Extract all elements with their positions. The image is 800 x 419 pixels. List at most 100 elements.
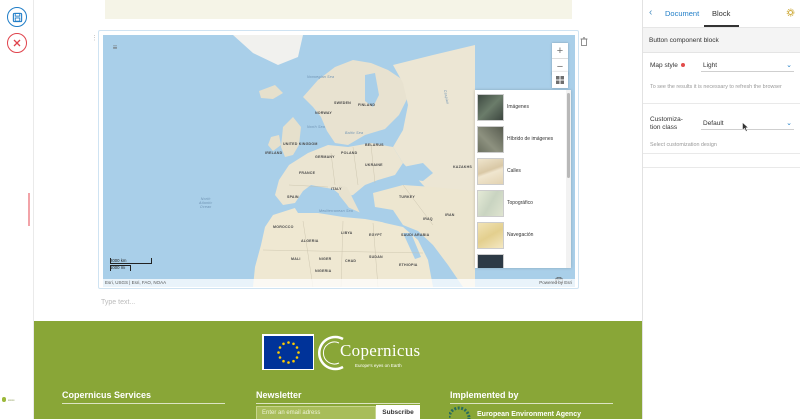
map-view[interactable]: Norwegian Sea SWEDEN FINLAND NORWAY Nort… [103,35,575,287]
map-label-libya: LIBYA [341,231,353,235]
map-label-ukraine: UKRAINE [365,163,383,167]
scale-km: 2000 km [110,258,127,263]
gallery-scrollbar-thumb[interactable] [567,93,570,178]
left-toolbar: ▪▪▪▪▪▪ [0,0,34,419]
block-type-title: Button component block [643,28,800,53]
zoom-in-button[interactable]: + [552,43,568,59]
map-label-algeria: ALGERIA [301,239,319,243]
customization-class-select[interactable]: Default ⌄ [701,117,794,130]
eea-logo[interactable]: European Environment Agency [449,406,581,419]
basemap-label: Imágenes [507,104,529,110]
previous-block[interactable] [105,0,572,19]
basemap-label: Híbrido de imágenes [507,136,554,142]
divider [643,103,800,104]
brand-logo: ▪▪▪▪▪▪ [2,397,14,402]
map-label-morocco: MOROCCO [273,225,294,229]
map-label-sudan: SUDAN [369,255,383,259]
divider [643,153,800,154]
required-indicator [680,63,685,68]
map-label-france: FRANCE [299,171,316,175]
settings-sidebar: ‹ Document Block Button component block … [642,0,800,419]
map-style-label-text: Map style [650,62,678,69]
grid-icon [556,76,564,84]
copernicus-wordmark: Copernicus [340,341,421,360]
map-label-poland: POLAND [341,151,358,155]
divider [643,167,800,168]
basemap-item-imagery-hybrid[interactable]: Híbrido de imágenes [477,125,565,153]
tab-block[interactable]: Block [712,9,730,18]
basemap-thumbnail [477,189,504,217]
basemap-thumbnail [477,157,504,185]
delete-block-button[interactable] [580,33,590,46]
map-style-value: Light [703,62,718,69]
map-label-north-sea: North Sea [307,125,325,129]
footer-heading-implemented: Implemented by [450,390,519,400]
save-icon [12,12,22,22]
map-label-mali: MALI [291,257,301,261]
basemap-item-topographic[interactable]: Topográfico [477,189,565,217]
zoom-controls: + − [552,43,568,75]
map-label-norwegian-sea: Norwegian Sea [307,75,335,79]
footer-heading-newsletter: Newsletter [256,390,302,400]
map-label-iraq: IRAQ [423,217,433,221]
customization-class-label: Customiza- tion class [650,116,683,131]
hamburger-menu-icon: ≡ [112,43,118,52]
map-label-chad: CHAD [345,259,357,263]
map-style-select[interactable]: Light ⌄ [701,59,794,72]
editor-area: ⋮⋮ Norwegian Sea SWEDEN FINLAND NORWAY N… [34,0,642,321]
site-footer: Copernicus Europe's eyes on Earth Copern… [34,321,642,419]
active-tab-indicator [704,25,739,27]
map-label-sweden: SWEDEN [334,101,351,105]
close-icon [13,39,21,47]
scale-mi: 1000 mi [110,265,126,270]
selection-marker [28,193,30,226]
copernicus-logo[interactable]: Copernicus Europe's eyes on Earth [317,333,442,373]
eu-flag-logo [262,334,314,370]
map-label-united-kingdom: UNITED KINGDOM [283,142,318,146]
eea-logo-graphic [449,406,471,419]
basemap-thumbnail [477,93,504,121]
save-button[interactable] [7,7,27,27]
basemap-item-dark[interactable] [477,253,565,268]
newsletter-email-input[interactable]: Enter an email adress [256,406,376,419]
map-label-nigeria: NIGERIA [315,269,332,273]
basemap-item-navigation[interactable]: Navegación [477,221,565,249]
footer-heading-services: Copernicus Services [62,390,152,400]
basemap-label: Topográfico [507,200,533,206]
map-label-baltic-sea: Baltic Sea [345,131,364,135]
scale-bar: 2000 km 1000 mi [110,258,152,272]
map-label-ireland: IRELAND [265,151,283,155]
trash-icon [580,37,588,46]
chevron-left-icon[interactable]: ‹ [649,7,652,18]
map-label-germany: GERMANY [315,155,335,159]
eea-name: European Environment Agency [477,411,581,418]
basemap-item-streets[interactable]: Calles [477,157,565,185]
customization-class-value: Default [703,120,724,127]
map-label-norway: NORWAY [315,111,332,115]
map-attribution: Esri, USGS | Esri, FAO, NOAA Powered by … [103,279,575,287]
map-print-button[interactable] [555,271,563,283]
map-label-saudi-arabia: SAUDI ARABIA [401,233,430,237]
map-label-iran: IRAN [445,213,455,217]
map-label-mediterranean: Mediterranean Sea [319,209,353,213]
basemap-gallery: Imágenes Híbrido de imágenes Calles Topo… [475,90,571,268]
map-layer-menu-button[interactable]: ≡ [109,43,121,53]
map-label-belarus: BELARUS [365,143,384,147]
divider [450,403,613,404]
tab-document[interactable]: Document [665,9,699,18]
map-style-label: Map style [650,62,685,70]
divider [256,403,420,404]
map-block[interactable]: Norwegian Sea SWEDEN FINLAND NORWAY Nort… [98,30,579,289]
chevron-down-icon: ⌄ [786,120,792,127]
gear-icon[interactable] [786,8,795,17]
type-text-placeholder[interactable]: Type text... [101,299,135,306]
basemap-label: Navegación [507,232,534,238]
cancel-button[interactable] [7,33,27,53]
basemap-item-imagery[interactable]: Imágenes [477,93,565,121]
map-label-italy: ITALY [331,187,342,191]
powered-by-link[interactable]: Powered by Esri [539,279,572,287]
eu-stars-graphic [276,340,300,364]
basemap-gallery-toggle[interactable] [552,72,568,88]
subscribe-button[interactable]: Subscribe [376,405,420,419]
basemap-thumbnail [477,253,504,268]
